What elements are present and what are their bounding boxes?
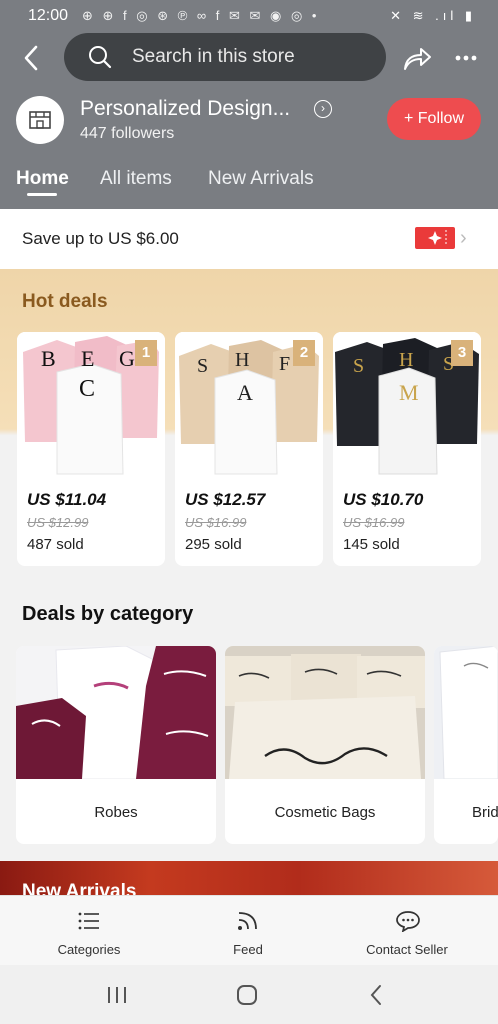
- nav-contact-seller-label: Contact Seller: [366, 942, 448, 957]
- coupon-ticket-icon: [415, 227, 455, 249]
- followers-count: 447 followers: [80, 125, 175, 142]
- active-tab-indicator: [27, 193, 57, 196]
- deal-card[interactable]: B E G C 1 US $11.04 US $12.99 487 sold: [17, 332, 165, 566]
- product-letter: G: [119, 346, 135, 371]
- product-letter: S: [353, 355, 364, 377]
- deal-card[interactable]: S H S M 3 US $10.70 US $16.99 145 sold: [333, 332, 481, 566]
- deal-sold-count: 295 sold: [185, 536, 242, 553]
- deal-old-price: US $16.99: [343, 515, 405, 530]
- product-letter: F: [279, 353, 290, 375]
- tab-all-items[interactable]: All items: [100, 168, 172, 190]
- store-icon: [29, 111, 51, 129]
- tab-home[interactable]: Home: [16, 168, 69, 190]
- feed-icon: [238, 912, 257, 930]
- status-bar: 12:00 ⊕ ⊕ f ◎ ⊛ ℗ ∞ f ✉ ✉ ◉ ◎ • ✕ ≋ .ıl …: [0, 0, 498, 32]
- store-tabs: Home All items New Arrivals: [0, 166, 498, 206]
- nav-contact-seller[interactable]: Contact Seller: [324, 896, 490, 966]
- chevron-right-icon[interactable]: ›: [460, 227, 467, 250]
- deal-old-price: US $16.99: [185, 515, 247, 530]
- category-card-cosmetic-bags[interactable]: Cosmetic Bags: [225, 646, 425, 844]
- search-input[interactable]: Search in this store: [132, 46, 295, 68]
- store-logo[interactable]: [16, 96, 64, 144]
- notification-icons: ⊕ ⊕ f ◎ ⊛ ℗ ∞ f ✉ ✉ ◉ ◎ •: [82, 8, 320, 23]
- home-icon[interactable]: [236, 984, 258, 1006]
- deal-price: US $12.57: [185, 490, 266, 509]
- deal-price: US $10.70: [343, 490, 424, 509]
- store-name[interactable]: Personalized Design...: [80, 97, 290, 121]
- system-icons: ✕ ≋ .ıl ▮: [390, 8, 476, 23]
- categories-title: Deals by category: [22, 603, 194, 625]
- list-icon: [78, 912, 99, 930]
- product-letter: H: [235, 349, 249, 371]
- nav-feed-label: Feed: [233, 942, 263, 957]
- chat-icon: [396, 911, 420, 932]
- product-letter: C: [79, 376, 95, 402]
- category-image: [225, 646, 425, 779]
- nav-feed[interactable]: Feed: [165, 896, 331, 966]
- more-options-icon[interactable]: [454, 46, 478, 66]
- system-nav-bar: [0, 965, 498, 1024]
- share-icon[interactable]: [402, 44, 432, 72]
- deal-old-price: US $12.99: [27, 515, 89, 530]
- back-icon[interactable]: [368, 984, 384, 1006]
- deal-card[interactable]: S H F A 2 US $12.57 US $16.99 295 sold: [175, 332, 323, 566]
- back-arrow-icon[interactable]: [18, 44, 46, 72]
- category-card-bridal[interactable]: Brid: [434, 646, 498, 844]
- deal-price: US $11.04: [27, 490, 107, 509]
- coupon-text: Save up to US $6.00: [22, 229, 179, 248]
- category-label: Robes: [94, 804, 138, 821]
- bottom-nav: Categories Feed Contact Seller: [0, 895, 498, 965]
- rank-badge: 3: [451, 340, 473, 366]
- deal-sold-count: 145 sold: [343, 536, 400, 553]
- product-letter: H: [399, 349, 413, 371]
- product-letter: A: [237, 380, 253, 405]
- hot-deals-title: Hot deals: [22, 291, 108, 312]
- store-header: 12:00 ⊕ ⊕ f ◎ ⊛ ℗ ∞ f ✉ ✉ ◉ ◎ • ✕ ≋ .ıl …: [0, 0, 498, 209]
- chevron-right-icon[interactable]: ›: [314, 100, 332, 118]
- search-bar[interactable]: Search in this store: [64, 33, 386, 81]
- nav-categories-label: Categories: [57, 942, 121, 957]
- status-time: 12:00: [28, 7, 69, 24]
- category-card-robes[interactable]: Robes: [16, 646, 216, 844]
- nav-categories[interactable]: Categories: [6, 896, 172, 966]
- follow-button[interactable]: + Follow: [387, 98, 481, 140]
- product-letter: M: [399, 380, 419, 405]
- product-letter: B: [41, 346, 56, 371]
- search-icon: [89, 46, 112, 69]
- category-image: [16, 646, 216, 779]
- rank-badge: 2: [293, 340, 315, 366]
- category-image: [434, 646, 498, 779]
- deal-sold-count: 487 sold: [27, 536, 84, 553]
- recent-apps-icon[interactable]: [106, 985, 128, 1005]
- category-label: Brid: [472, 804, 498, 821]
- product-letter: E: [81, 346, 94, 371]
- rank-badge: 1: [135, 340, 157, 366]
- category-label: Cosmetic Bags: [274, 804, 376, 821]
- tab-new-arrivals[interactable]: New Arrivals: [208, 168, 314, 190]
- product-letter: S: [197, 355, 208, 377]
